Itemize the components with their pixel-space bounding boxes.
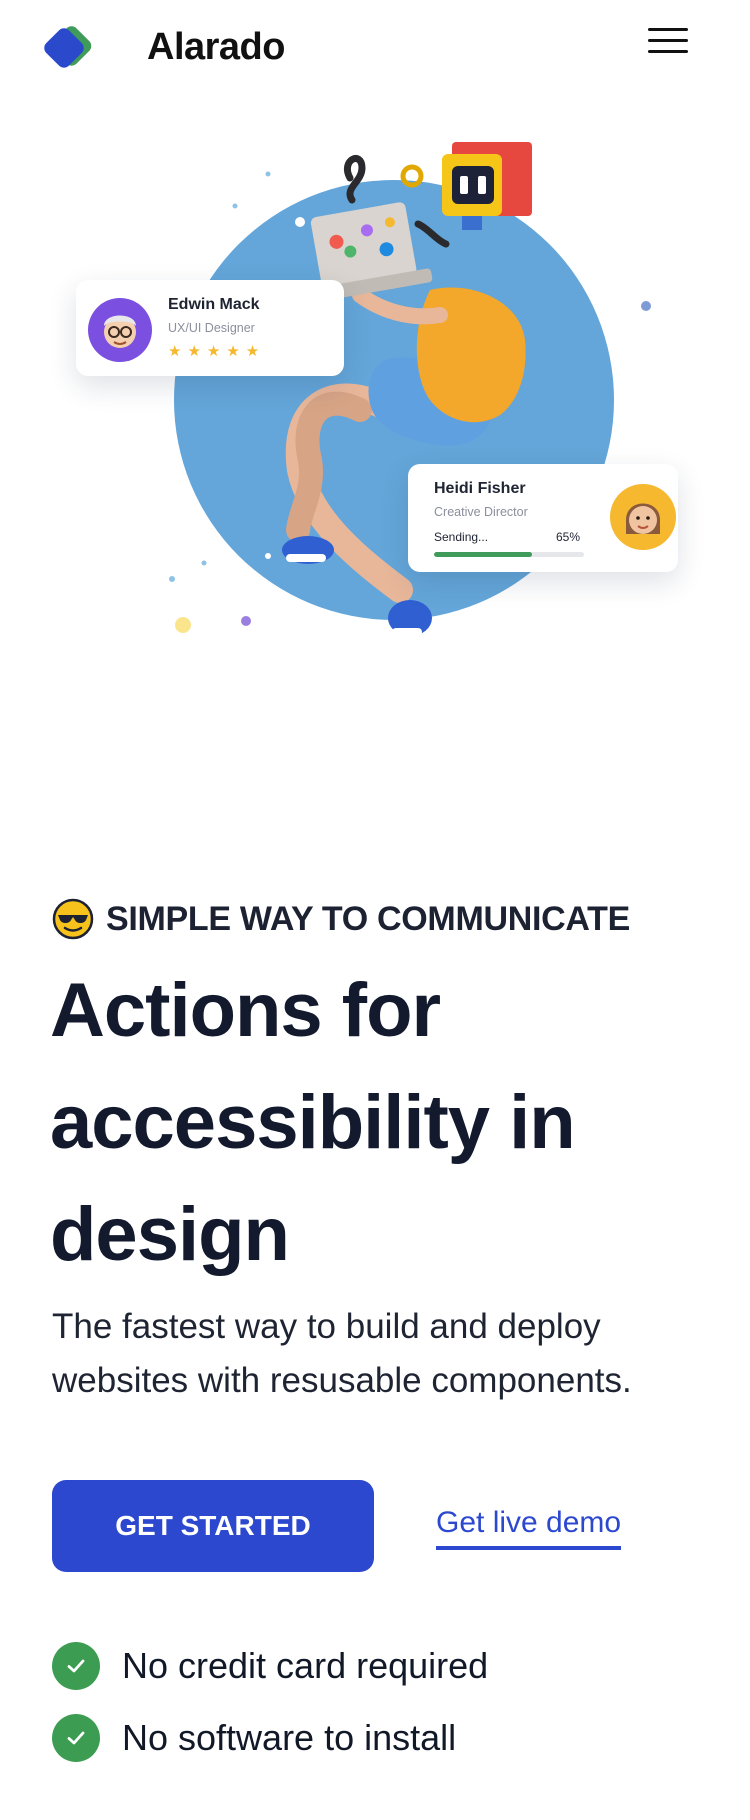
get-started-button[interactable]: GET STARTED — [52, 1480, 374, 1572]
hero-illustration — [169, 142, 651, 636]
eyebrow: SIMPLE WAY TO COMMUNICATE — [52, 898, 630, 940]
menu-bar — [648, 39, 688, 42]
confetti-dot — [295, 217, 305, 227]
sending-status: Sending... — [434, 530, 489, 544]
rating-stars: ★★★★★ — [168, 343, 266, 360]
confetti-dot — [641, 301, 651, 311]
confetti-dot — [241, 616, 251, 626]
brand-logo-icon[interactable] — [44, 24, 124, 80]
progress-bar — [434, 552, 584, 557]
progress-fill — [434, 552, 532, 557]
check-icon — [52, 1642, 100, 1690]
site-header: Alarado — [0, 0, 750, 104]
confetti-dot — [169, 576, 175, 582]
profile-card-director[interactable]: Heidi Fisher Creative Director Sending..… — [408, 464, 678, 572]
profile-name: Edwin Mack — [168, 296, 260, 313]
confetti-dot — [232, 203, 238, 209]
confetti-dot — [265, 171, 271, 177]
menu-bar — [648, 50, 688, 53]
hamburger-icon[interactable] — [648, 28, 688, 60]
memoji-male-icon — [104, 315, 136, 348]
shoe-graphic — [282, 536, 334, 564]
get-live-demo-link[interactable]: Get live demo — [436, 1506, 622, 1550]
check-label: No credit card required — [122, 1645, 489, 1686]
progress-percent: 65% — [556, 530, 581, 544]
profile-role: UX/UI Designer — [168, 321, 255, 335]
confetti-dot — [265, 553, 271, 559]
memoji-female-icon — [626, 503, 660, 534]
lead-paragraph: The fastest way to build and deploy webs… — [52, 1307, 632, 1400]
page-title: Actions for accessibility in design — [50, 968, 576, 1277]
profile-name: Heidi Fisher — [434, 480, 526, 497]
eyebrow-text: SIMPLE WAY TO COMMUNICATE — [106, 899, 630, 938]
profile-role: Creative Director — [434, 505, 528, 519]
menu-bar — [648, 28, 688, 31]
list-item: No credit card required — [52, 1642, 488, 1690]
feature-checklist: No credit card required No software to i… — [52, 1642, 488, 1786]
confetti-dot — [201, 560, 207, 566]
sunglasses-emoji-icon — [52, 898, 94, 940]
shoe-graphic — [388, 600, 432, 636]
avatar — [88, 298, 152, 362]
check-label: No software to install — [122, 1717, 457, 1758]
confetti-dot — [175, 617, 191, 633]
check-icon — [52, 1714, 100, 1762]
brand-name[interactable]: Alarado — [147, 26, 285, 69]
profile-card-designer[interactable]: Edwin Mack UX/UI Designer ★★★★★ — [76, 280, 344, 376]
list-item: No software to install — [52, 1714, 488, 1762]
avatar — [610, 484, 676, 550]
